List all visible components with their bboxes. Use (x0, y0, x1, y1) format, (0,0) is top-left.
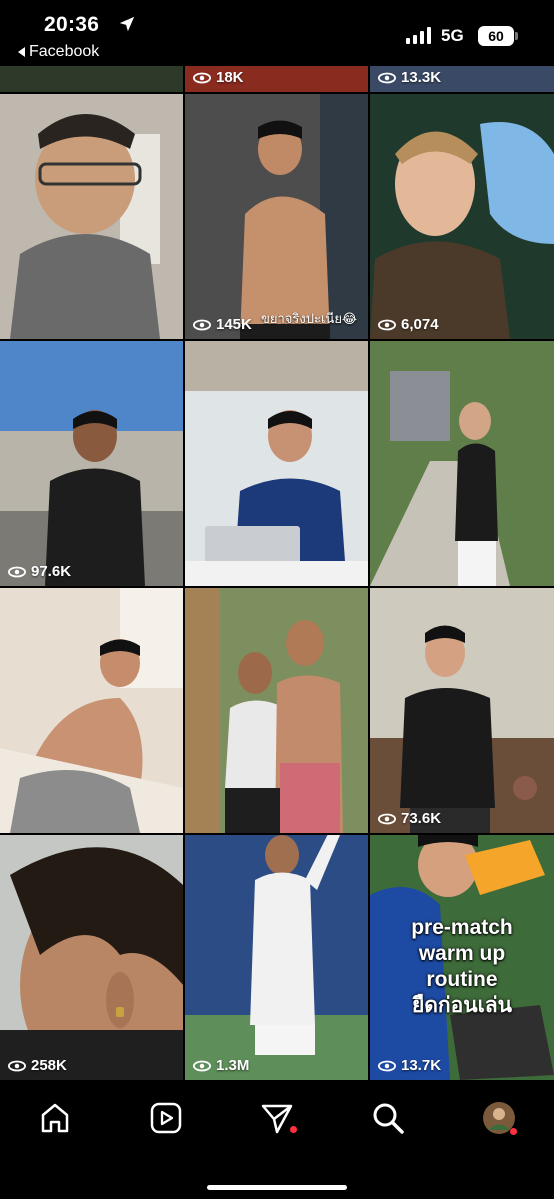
view-count-label: 97.6K (31, 563, 72, 580)
view-count: 97.6K (8, 563, 71, 580)
view-count-label: 18K (216, 69, 244, 86)
notification-dot (290, 1126, 297, 1133)
grid-tile[interactable] (0, 588, 183, 833)
nav-home[interactable] (35, 1098, 75, 1138)
view-count: 13.3K (378, 69, 441, 86)
thumbnail-image (185, 341, 368, 586)
eye-icon (193, 1060, 211, 1071)
eye-icon (378, 319, 396, 330)
grid-tile[interactable]: ขยาจริงปะเนีย😂 145K (185, 94, 368, 339)
status-bar: 20:36 Facebook 5G 60 (0, 0, 554, 66)
grid-tile[interactable]: 13.3K (370, 66, 554, 92)
home-icon (41, 1103, 69, 1133)
eye-icon (8, 566, 26, 577)
view-count-label: 258K (31, 1057, 67, 1074)
eye-icon (378, 813, 396, 824)
thumbnail-image (370, 94, 554, 339)
grid-tile[interactable] (370, 341, 554, 586)
view-count: 6,074 (378, 316, 439, 333)
view-count: 1.3M (193, 1057, 249, 1074)
network-type: 5G (441, 26, 464, 45)
view-count-label: 13.7K (401, 1057, 442, 1074)
bottom-nav (0, 1080, 554, 1199)
nav-search[interactable] (368, 1098, 408, 1138)
grid-tile[interactable] (0, 94, 183, 339)
nav-profile[interactable] (479, 1098, 519, 1138)
thumbnail-image (0, 835, 183, 1080)
thumbnail-image (185, 835, 368, 1080)
nav-messages[interactable] (257, 1098, 297, 1138)
video-overlay-text: ขยาจริงปะเนีย😂 (261, 311, 358, 326)
location-arrow-icon (119, 16, 135, 32)
eye-icon (8, 1060, 26, 1071)
eye-icon (378, 1060, 396, 1071)
back-app-label: Facebook (29, 43, 100, 60)
reels-grid: 18K 13.3K ขยาจริงปะเนีย😂 145K 6,074 97.6… (0, 66, 554, 1080)
nav-reels[interactable] (146, 1098, 186, 1138)
view-count: 13.7K (378, 1057, 441, 1074)
grid-tile[interactable] (0, 66, 183, 92)
eye-icon (193, 72, 211, 83)
clock: 20:36 (44, 13, 100, 36)
grid-tile[interactable] (185, 341, 368, 586)
video-caption: pre-match warm up routine ยืดก่อนเล่น (411, 916, 513, 1017)
eye-icon (378, 72, 396, 83)
view-count-label: 6,074 (401, 316, 439, 333)
grid-tile[interactable]: 258K (0, 835, 183, 1080)
thumbnail-image (0, 341, 183, 586)
view-count-label: 1.3M (216, 1057, 250, 1074)
view-count-label: 13.3K (401, 69, 442, 86)
grid-tile[interactable] (185, 588, 368, 833)
thumbnail-image (370, 588, 554, 833)
messages-icon (261, 1104, 293, 1134)
grid-tile[interactable]: 1.3M (185, 835, 368, 1080)
thumbnail-image (0, 588, 183, 833)
thumbnail-image (0, 94, 183, 339)
grid-tile[interactable]: 6,074 (370, 94, 554, 339)
view-count-label: 73.6K (401, 810, 442, 827)
grid-tile[interactable]: pre-match warm up routine ยืดก่อนเล่น 13.7K (370, 835, 554, 1080)
view-count-label: 145K (216, 316, 252, 333)
back-to-app-link[interactable]: Facebook (18, 43, 99, 61)
reels-icon (150, 1102, 182, 1134)
thumbnail-image (185, 588, 368, 833)
eye-icon (193, 319, 211, 330)
notification-dot (510, 1128, 517, 1135)
signal-bars-icon (406, 27, 431, 44)
grid-tile[interactable]: 18K (185, 66, 368, 92)
home-indicator (207, 1185, 347, 1190)
view-count: 258K (8, 1057, 67, 1074)
view-count: 18K (193, 69, 244, 86)
grid-tile[interactable]: 97.6K (0, 341, 183, 586)
search-icon (373, 1103, 404, 1134)
back-caret-icon (18, 47, 25, 57)
thumbnail-image (185, 94, 368, 339)
grid-tile[interactable]: 73.6K (370, 588, 554, 833)
view-count: 73.6K (378, 810, 441, 827)
battery-indicator: 60 (478, 26, 514, 46)
thumbnail-image (370, 341, 554, 586)
view-count: 145K (193, 316, 252, 333)
battery-cap-icon (515, 32, 518, 40)
